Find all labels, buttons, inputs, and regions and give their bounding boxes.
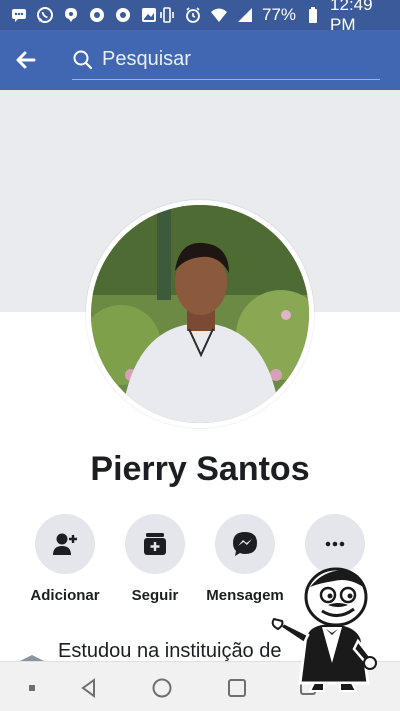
- add-friend-icon: [51, 530, 79, 558]
- message-circle[interactable]: [215, 514, 275, 574]
- profile-photo[interactable]: [91, 205, 309, 423]
- notification-icon: [62, 6, 80, 24]
- follow-circle[interactable]: [125, 514, 185, 574]
- message-icon: [10, 6, 28, 24]
- wifi-icon: [210, 6, 228, 24]
- mascot-sticker: [270, 563, 390, 695]
- profile-photo-frame[interactable]: [86, 200, 314, 428]
- chrome-icon: [88, 6, 106, 24]
- status-icons-left: [10, 6, 158, 24]
- signal-icon: [236, 6, 254, 24]
- battery-percent: 77%: [262, 5, 297, 24]
- add-friend-label: Adicionar: [30, 587, 100, 604]
- messenger-icon: [231, 530, 259, 558]
- search-box[interactable]: [72, 40, 380, 80]
- follow-button[interactable]: Seguir: [107, 514, 203, 604]
- more-icon: [321, 530, 349, 558]
- vibrate-icon: [158, 6, 176, 24]
- status-bar: 77% 12:49 PM: [0, 0, 400, 34]
- follow-icon: [141, 530, 169, 558]
- home-circle-icon[interactable]: [150, 676, 174, 700]
- search-header: [0, 30, 400, 90]
- arrow-left-icon: [14, 48, 38, 72]
- education-text: Estudou na instituição de: [58, 640, 282, 662]
- square-dot-icon[interactable]: [20, 676, 44, 700]
- back-button[interactable]: [0, 30, 52, 90]
- search-input[interactable]: [102, 48, 362, 71]
- search-icon: [72, 49, 94, 71]
- gallery-icon: [140, 6, 158, 24]
- chrome-icon: [114, 6, 132, 24]
- follow-label: Seguir: [131, 587, 179, 604]
- profile-name: Pierry Santos: [90, 450, 310, 488]
- recents-square-icon[interactable]: [225, 676, 249, 700]
- alarm-icon: [184, 6, 202, 24]
- add-friend-button[interactable]: Adicionar: [17, 514, 113, 604]
- back-triangle-icon[interactable]: [77, 676, 101, 700]
- battery-icon: [304, 6, 322, 24]
- whatsapp-icon: [36, 6, 54, 24]
- add-friend-circle[interactable]: [35, 514, 95, 574]
